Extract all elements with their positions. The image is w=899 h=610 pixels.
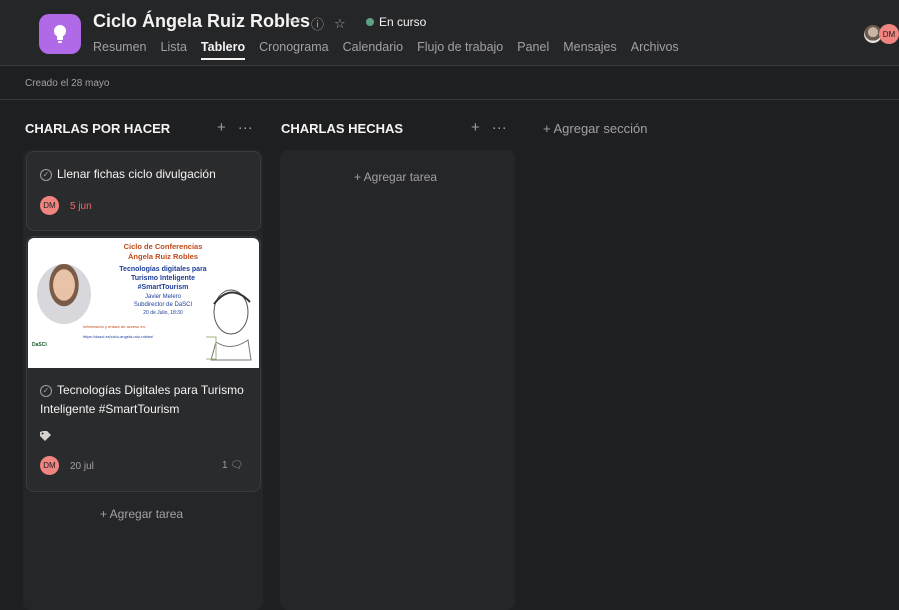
- task-title-text: Llenar fichas ciclo divulgación: [57, 167, 216, 181]
- project-tabs: Resumen Lista Tablero Cronograma Calenda…: [93, 40, 693, 60]
- task-title[interactable]: ✓ Tecnologías Digitales para Turismo Inte…: [40, 381, 250, 419]
- tab-mensajes[interactable]: Mensajes: [563, 40, 617, 60]
- task-title-text: Inteligente #SmartTourism: [40, 402, 180, 416]
- task-title-text: Tecnologías Digitales para Turismo: [57, 383, 244, 397]
- project-subbar: Creado el 28 mayo: [0, 67, 899, 100]
- members-avatars[interactable]: DM: [863, 24, 899, 44]
- project-header: Ciclo Ángela Ruiz Robles ﹀ ⓘ ☆ En curso …: [0, 0, 899, 66]
- tab-lista[interactable]: Lista: [161, 40, 187, 60]
- card-cover-image[interactable]: Ciclo de Conferencias Ángela Ruiz Robles…: [28, 238, 259, 368]
- comment-icon: 🗨: [230, 460, 244, 471]
- add-task-icon[interactable]: +: [217, 119, 226, 136]
- tag-icon[interactable]: [40, 431, 51, 441]
- cover-text: Tecnologías digitales para: [119, 266, 207, 273]
- tab-cronograma[interactable]: Cronograma: [259, 40, 328, 60]
- star-icon[interactable]: ☆: [334, 16, 346, 32]
- add-section-button[interactable]: + Agregar sección: [543, 121, 647, 136]
- column-title-por-hacer[interactable]: CHARLAS POR HACER: [25, 121, 170, 136]
- add-task-icon[interactable]: +: [471, 119, 480, 136]
- dasci-logo: DaSCI: [32, 342, 47, 348]
- add-task-button[interactable]: + Agregar tarea: [354, 170, 437, 184]
- avatar[interactable]: DM: [40, 196, 59, 215]
- board-column: [280, 150, 515, 610]
- tab-archivos[interactable]: Archivos: [631, 40, 679, 60]
- tab-resumen[interactable]: Resumen: [93, 40, 147, 60]
- avatar[interactable]: DM: [40, 456, 59, 475]
- chevron-down-icon[interactable]: ﹀: [288, 14, 301, 33]
- check-circle-icon[interactable]: ✓: [40, 384, 52, 397]
- info-icon[interactable]: ⓘ: [311, 14, 324, 33]
- cover-text: Turismo Inteligente: [130, 275, 196, 282]
- tab-panel[interactable]: Panel: [517, 40, 549, 60]
- project-title[interactable]: Ciclo Ángela Ruiz Robles: [93, 11, 310, 32]
- column-title-hechas[interactable]: CHARLAS HECHAS: [281, 121, 403, 136]
- cover-text: Ciclo de Conferencias: [123, 242, 203, 251]
- comment-count-value: 1: [222, 460, 228, 471]
- due-date[interactable]: 20 jul: [70, 461, 94, 472]
- status-label: En curso: [379, 15, 427, 29]
- due-date[interactable]: 5 jun: [70, 201, 92, 212]
- portrait-sketch: [206, 289, 252, 361]
- comment-count[interactable]: 1 🗨: [222, 460, 243, 471]
- check-circle-icon[interactable]: ✓: [40, 168, 52, 181]
- add-task-button[interactable]: + Agregar tarea: [100, 507, 183, 521]
- tab-flujo-de-trabajo[interactable]: Flujo de trabajo: [417, 40, 503, 60]
- status-dot: [366, 18, 374, 26]
- lightbulb-icon: [54, 25, 66, 43]
- more-icon[interactable]: ···: [238, 119, 253, 136]
- speaker-photo: [37, 264, 91, 324]
- project-icon[interactable]: [39, 14, 81, 54]
- tab-calendario[interactable]: Calendario: [343, 40, 403, 60]
- task-card[interactable]: [26, 151, 261, 231]
- status-badge[interactable]: En curso: [366, 15, 426, 29]
- created-date: Creado el 28 mayo: [25, 78, 110, 89]
- more-icon[interactable]: ···: [492, 119, 507, 136]
- avatar[interactable]: DM: [879, 24, 899, 44]
- cover-text: Ángela Ruiz Robles: [127, 252, 198, 261]
- task-title[interactable]: ✓ Llenar fichas ciclo divulgación: [40, 165, 216, 184]
- tab-tablero[interactable]: Tablero: [200, 40, 246, 60]
